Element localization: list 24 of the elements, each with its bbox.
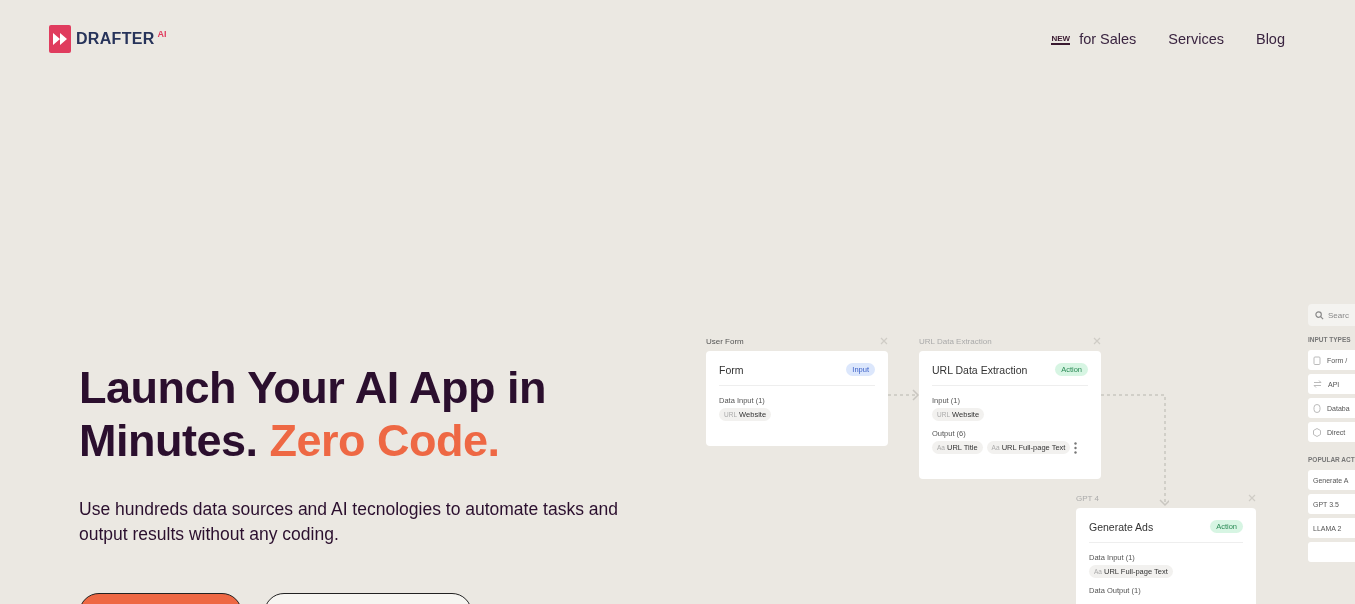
node-title: URL Data Extraction xyxy=(932,363,1028,376)
close-icon[interactable] xyxy=(1093,337,1101,345)
sidebar-item[interactable] xyxy=(1308,542,1355,562)
nav-link[interactable]: for Sales xyxy=(1079,31,1137,47)
clipboard-icon xyxy=(1313,355,1321,365)
node-caption: User Form xyxy=(706,336,744,346)
logo-wordmark[interactable]: DRAFTER xyxy=(76,30,155,48)
node-title: Generate Ads xyxy=(1089,520,1154,533)
node-title: Form xyxy=(719,363,744,376)
connector-arrow xyxy=(887,389,920,401)
cube-icon xyxy=(1313,427,1321,437)
hero-subtitle: Use hundreds data sources and AI tecnologies to automate tasks and output results without any coding. xyxy=(79,498,619,546)
more-icon[interactable] xyxy=(1074,441,1078,454)
close-icon[interactable] xyxy=(1248,494,1256,502)
search-icon xyxy=(1315,310,1324,320)
nav-link[interactable]: Services xyxy=(1168,31,1224,47)
logo-suffix: AI xyxy=(157,29,167,39)
logo-icon xyxy=(49,25,71,53)
hero-title: Launch Your AI App in Minutes. Zero Code. xyxy=(79,361,547,467)
nav-link[interactable]: Blog xyxy=(1255,31,1285,47)
close-icon[interactable] xyxy=(880,337,888,345)
database-icon xyxy=(1313,403,1321,413)
new-badge: NEW xyxy=(1051,33,1071,45)
swap-icon xyxy=(1313,380,1322,388)
